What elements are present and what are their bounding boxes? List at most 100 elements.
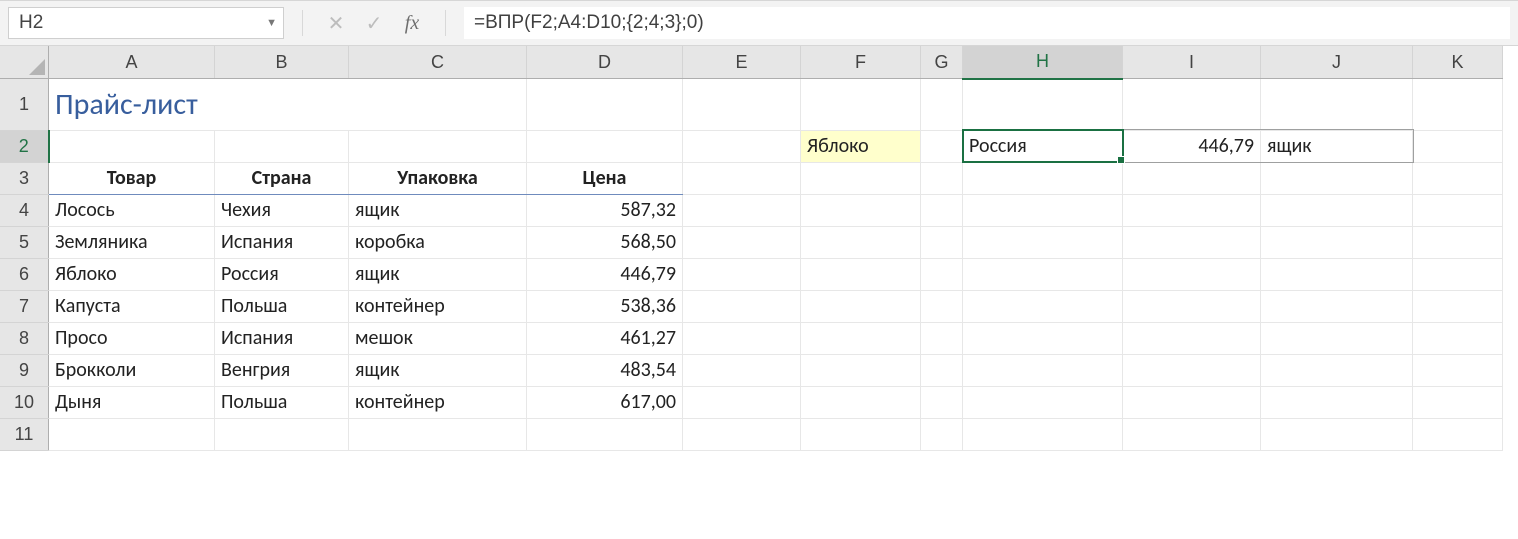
- cell[interactable]: [1413, 162, 1503, 194]
- cell-product[interactable]: Капуста: [49, 290, 215, 322]
- cell-I2-lookup-price[interactable]: 446,79: [1123, 130, 1261, 162]
- cell[interactable]: [921, 386, 963, 418]
- cell[interactable]: [1413, 354, 1503, 386]
- cell[interactable]: [801, 322, 921, 354]
- cell[interactable]: [1261, 258, 1413, 290]
- cell[interactable]: [921, 354, 963, 386]
- cell-header-price[interactable]: Цена: [527, 162, 683, 194]
- cell[interactable]: [1413, 79, 1503, 131]
- cell-price[interactable]: 538,36: [527, 290, 683, 322]
- cell[interactable]: [1261, 226, 1413, 258]
- row-header-1[interactable]: 1: [0, 79, 49, 131]
- cell[interactable]: [963, 194, 1123, 226]
- cell[interactable]: [1261, 322, 1413, 354]
- cell-header-product[interactable]: Товар: [49, 162, 215, 194]
- cell-pack[interactable]: ящик: [349, 194, 527, 226]
- cell-country[interactable]: Венгрия: [215, 354, 349, 386]
- cell-price[interactable]: 617,00: [527, 386, 683, 418]
- cell[interactable]: [1261, 194, 1413, 226]
- cell[interactable]: [683, 354, 801, 386]
- cell[interactable]: [1123, 162, 1261, 194]
- cell-product[interactable]: Яблоко: [49, 258, 215, 290]
- row-header-11[interactable]: 11: [0, 418, 49, 450]
- cell-pack[interactable]: коробка: [349, 226, 527, 258]
- formula-input[interactable]: =ВПР(F2;A4:D10;{2;4;3};0): [464, 7, 1510, 39]
- cell[interactable]: [683, 418, 801, 450]
- col-header-K[interactable]: K: [1413, 46, 1503, 79]
- cell[interactable]: [963, 226, 1123, 258]
- col-header-I[interactable]: I: [1123, 46, 1261, 79]
- cell[interactable]: [1123, 79, 1261, 131]
- cell[interactable]: [963, 386, 1123, 418]
- cell-pack[interactable]: мешок: [349, 322, 527, 354]
- cell[interactable]: [1123, 354, 1261, 386]
- cell[interactable]: [963, 354, 1123, 386]
- cell[interactable]: [1413, 194, 1503, 226]
- cell[interactable]: [1123, 322, 1261, 354]
- cell[interactable]: [1413, 386, 1503, 418]
- cell-country[interactable]: Испания: [215, 322, 349, 354]
- cell[interactable]: [921, 194, 963, 226]
- cell[interactable]: [683, 386, 801, 418]
- cell-country[interactable]: Россия: [215, 258, 349, 290]
- cell[interactable]: [683, 290, 801, 322]
- cell[interactable]: [683, 162, 801, 194]
- cell[interactable]: [683, 226, 801, 258]
- cell[interactable]: [1413, 290, 1503, 322]
- row-header-7[interactable]: 7: [0, 290, 49, 322]
- name-box[interactable]: H2 ▼: [8, 7, 284, 39]
- cell-product[interactable]: Брокколи: [49, 354, 215, 386]
- cell[interactable]: [1123, 258, 1261, 290]
- cell[interactable]: [349, 418, 527, 450]
- cell-header-country[interactable]: Страна: [215, 162, 349, 194]
- cell[interactable]: [921, 162, 963, 194]
- cell[interactable]: [1261, 162, 1413, 194]
- col-header-F[interactable]: F: [801, 46, 921, 79]
- cancel-icon[interactable]: ✕: [325, 12, 347, 34]
- cell[interactable]: [1123, 194, 1261, 226]
- fx-icon[interactable]: fx: [401, 12, 423, 34]
- cell-country[interactable]: Испания: [215, 226, 349, 258]
- enter-icon[interactable]: ✓: [363, 12, 385, 34]
- cell[interactable]: [921, 226, 963, 258]
- col-header-D[interactable]: D: [527, 46, 683, 79]
- cell-price[interactable]: 587,32: [527, 194, 683, 226]
- cell[interactable]: [1413, 226, 1503, 258]
- cell-pack[interactable]: контейнер: [349, 386, 527, 418]
- cell-price[interactable]: 568,50: [527, 226, 683, 258]
- row-header-3[interactable]: 3: [0, 162, 49, 194]
- row-header-5[interactable]: 5: [0, 226, 49, 258]
- cell-price[interactable]: 446,79: [527, 258, 683, 290]
- cell-product[interactable]: Земляника: [49, 226, 215, 258]
- row-header-10[interactable]: 10: [0, 386, 49, 418]
- cell[interactable]: [1123, 290, 1261, 322]
- col-header-A[interactable]: A: [49, 46, 215, 79]
- cell[interactable]: [215, 418, 349, 450]
- cell[interactable]: [801, 194, 921, 226]
- cell-header-pack[interactable]: Упаковка: [349, 162, 527, 194]
- cell[interactable]: [1413, 418, 1503, 450]
- cell-product[interactable]: Просо: [49, 322, 215, 354]
- cell-product[interactable]: Дыня: [49, 386, 215, 418]
- cell[interactable]: [963, 418, 1123, 450]
- cell[interactable]: [1261, 290, 1413, 322]
- cell[interactable]: [921, 322, 963, 354]
- row-header-4[interactable]: 4: [0, 194, 49, 226]
- cell[interactable]: [963, 322, 1123, 354]
- cell-country[interactable]: Польша: [215, 290, 349, 322]
- row-header-2[interactable]: 2: [0, 130, 49, 162]
- cell[interactable]: [49, 418, 215, 450]
- cell-country[interactable]: Чехия: [215, 194, 349, 226]
- cell[interactable]: [963, 79, 1123, 131]
- col-header-E[interactable]: E: [683, 46, 801, 79]
- row-header-8[interactable]: 8: [0, 322, 49, 354]
- cell[interactable]: [683, 258, 801, 290]
- cell[interactable]: [527, 79, 683, 131]
- cell-pack[interactable]: контейнер: [349, 290, 527, 322]
- cell[interactable]: [1261, 79, 1413, 131]
- cell[interactable]: [921, 130, 963, 162]
- row-header-9[interactable]: 9: [0, 354, 49, 386]
- cell[interactable]: [801, 79, 921, 131]
- cell[interactable]: [921, 258, 963, 290]
- cell[interactable]: [1123, 226, 1261, 258]
